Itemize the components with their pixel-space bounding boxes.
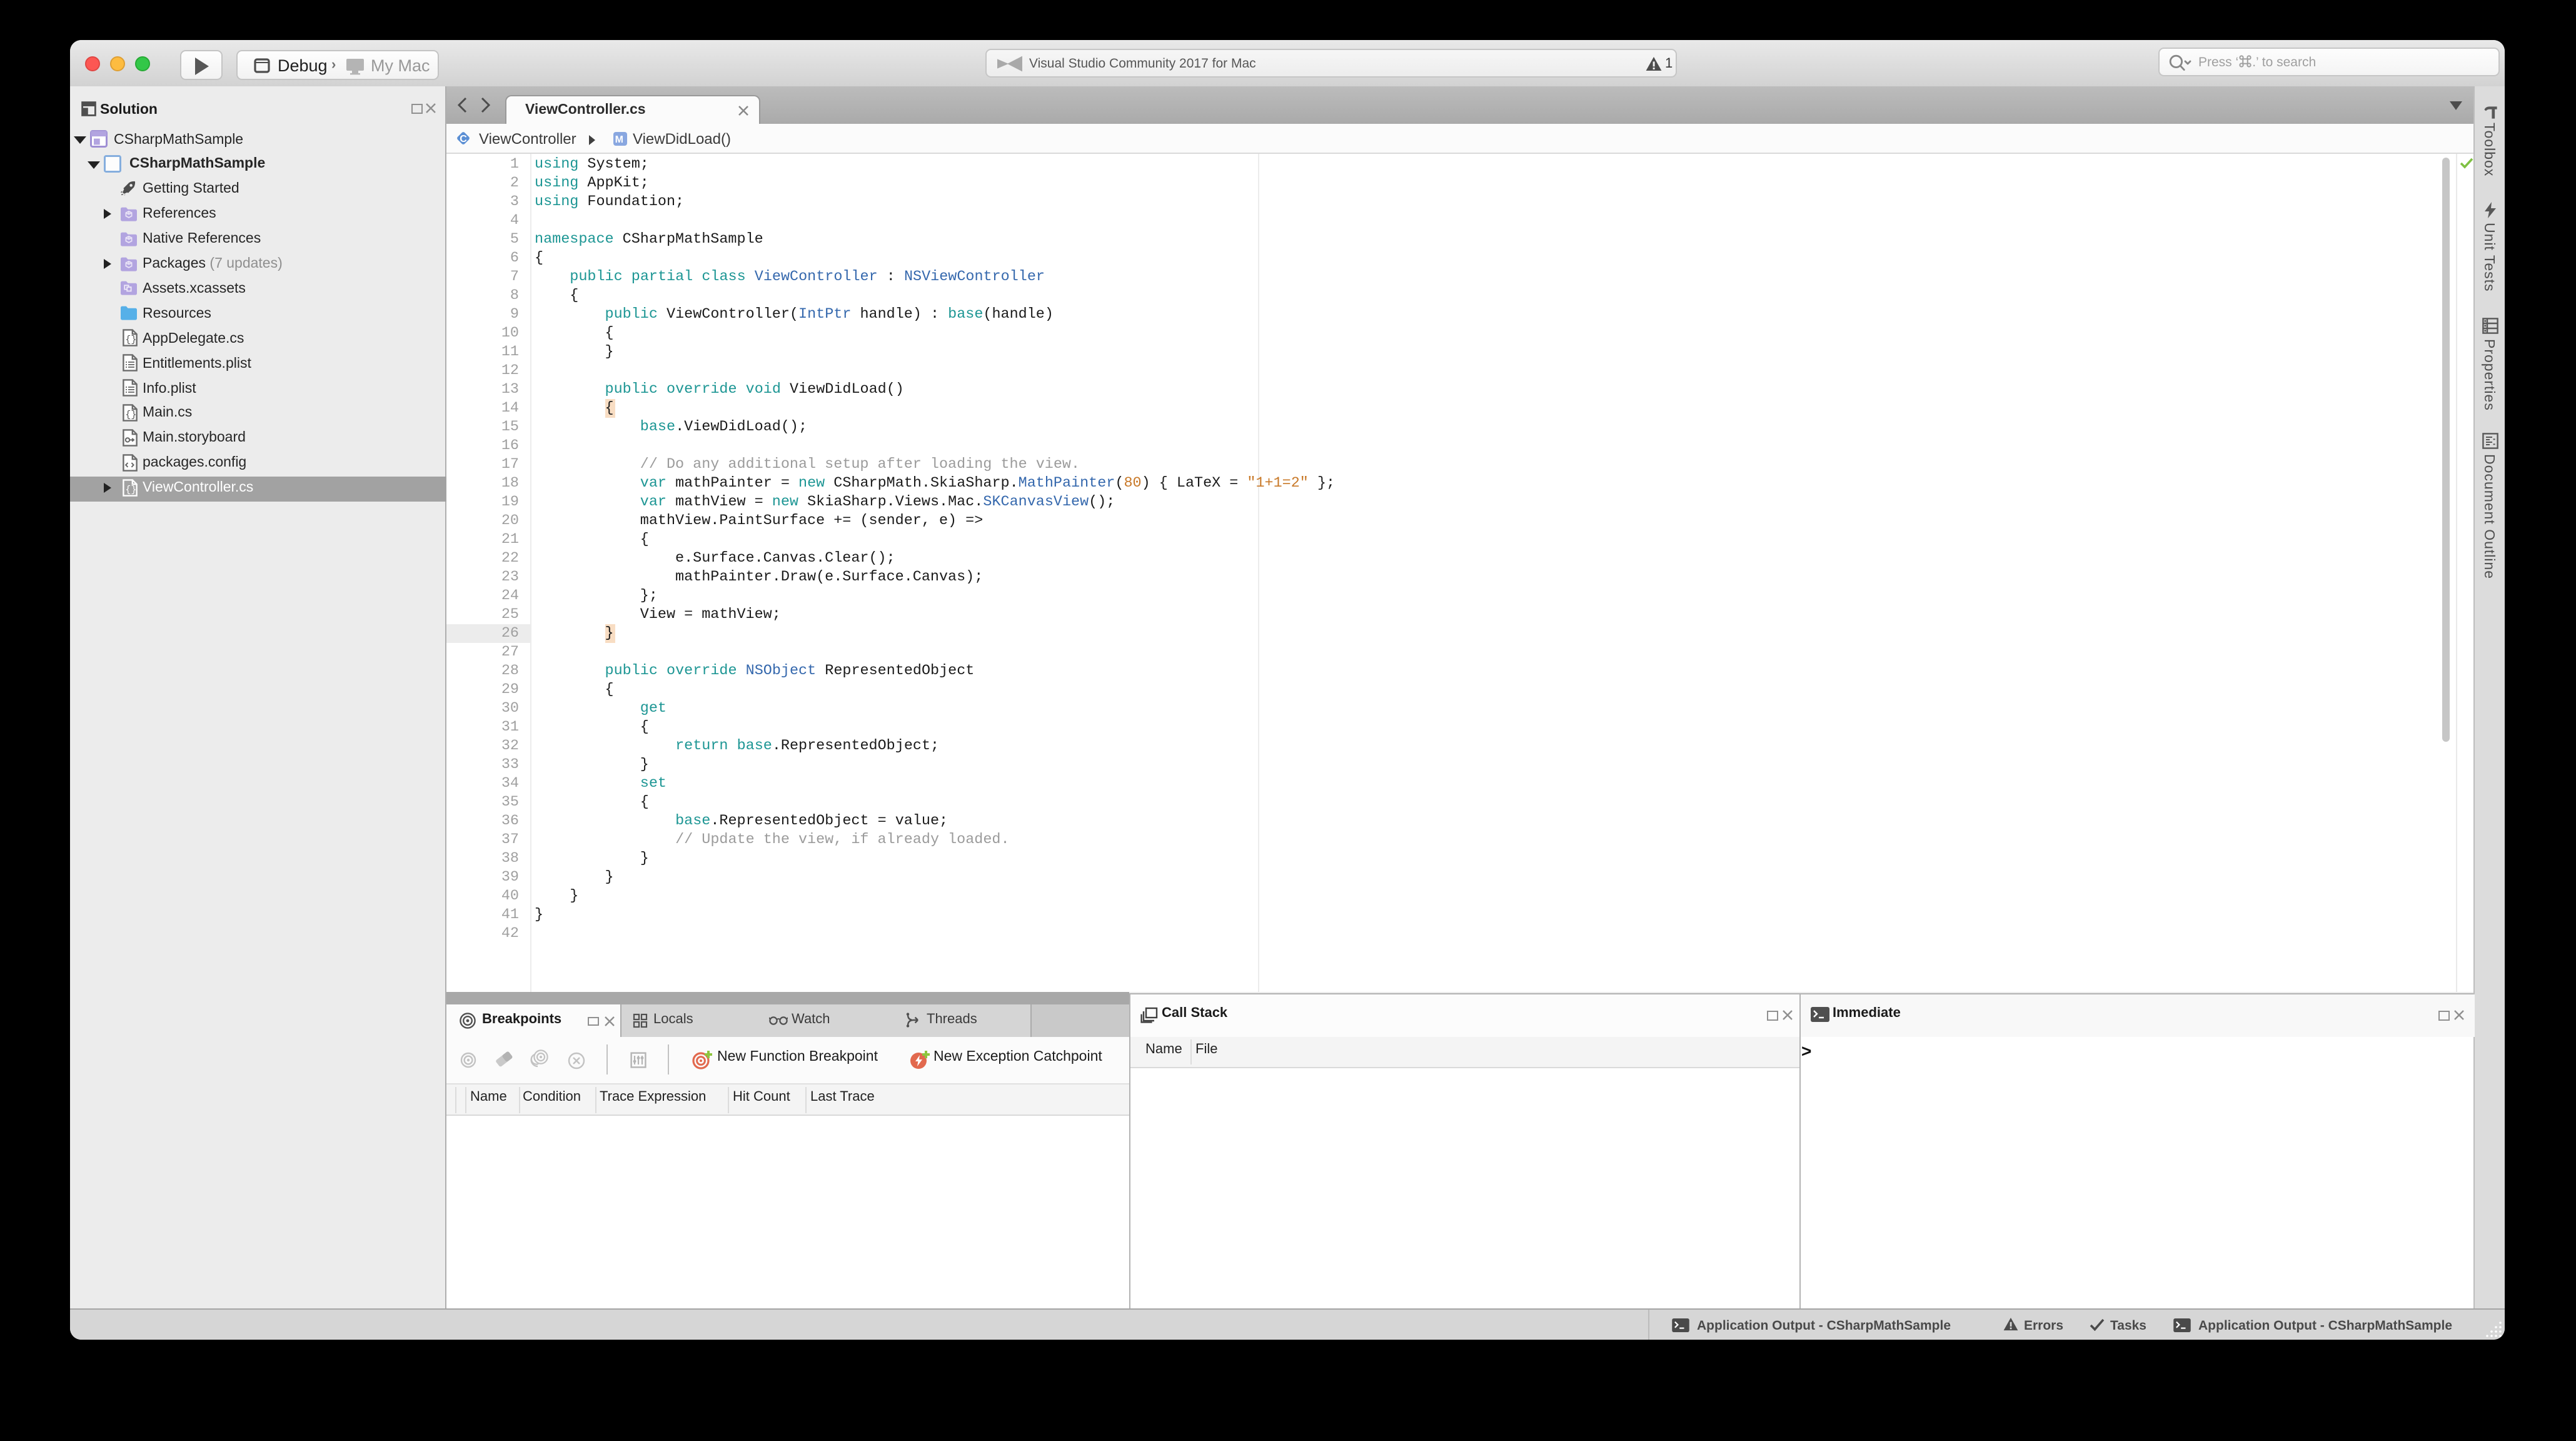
svg-text:{}: {}: [125, 484, 136, 495]
svg-text:M: M: [615, 134, 623, 144]
svg-text:{}: {}: [125, 410, 136, 420]
svg-text:C: C: [460, 134, 467, 144]
svg-text:{}: {}: [125, 335, 136, 345]
